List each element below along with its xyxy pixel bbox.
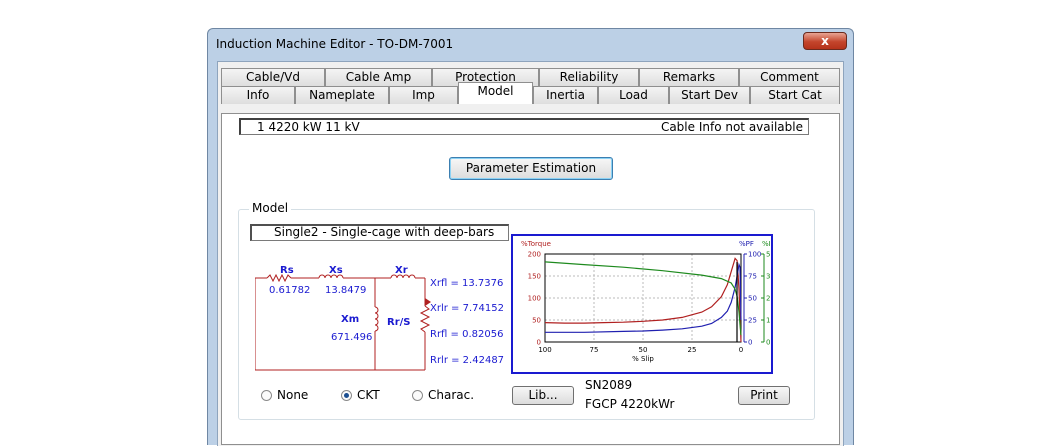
rr-label: Rr/S	[387, 317, 411, 328]
tab-start-dev[interactable]: Start Dev	[669, 86, 750, 104]
torque-tick-label: 0	[537, 339, 541, 347]
window-title: Induction Machine Editor - TO-DM-7001	[216, 37, 454, 51]
tab-model[interactable]: Model	[458, 82, 533, 104]
radio-charac-label: Charac.	[428, 388, 475, 402]
current-tick-label: 250	[766, 295, 771, 303]
pf-axis-title: %PF	[739, 240, 754, 248]
torque-tick-label: 200	[528, 251, 541, 259]
xr-label: Xr	[395, 265, 408, 276]
x-tick-label: 100	[538, 346, 551, 354]
model-group: Model Single2 - Single-cage with deep-ba…	[238, 201, 815, 420]
title-bar[interactable]: Induction Machine Editor - TO-DM-7001 x	[208, 29, 853, 59]
rs-label: Rs	[280, 265, 294, 276]
pf-tick-label: 25	[748, 317, 757, 325]
xm-label: Xm	[341, 314, 359, 325]
tab-cable-amp[interactable]: Cable Amp	[325, 68, 432, 86]
tab-info[interactable]: Info	[221, 86, 295, 104]
model-tab-panel: 1 4220 kW 11 kV Cable Info not available…	[221, 113, 840, 445]
radio-ckt-circle[interactable]	[341, 390, 352, 401]
radio-none-circle[interactable]	[261, 390, 272, 401]
library-description: FGCP 4220kWr	[585, 397, 675, 411]
characteristic-chart-svg: 1007550250050100150200025507510001252503…	[521, 240, 779, 363]
radio-none-label: None	[277, 388, 309, 402]
parameter-estimation-button[interactable]: Parameter Estimation	[449, 157, 613, 180]
rrlr-value: Rrlr = 2.42487	[430, 355, 504, 366]
dialog-client: Cable/Vd Cable Amp Protection Reliabilit…	[217, 61, 844, 446]
xm-value: 671.496	[331, 332, 372, 343]
xs-value: 13.8479	[325, 285, 366, 296]
torque-axis-title: %Torque	[521, 240, 551, 248]
tab-remarks[interactable]: Remarks	[639, 68, 739, 86]
current-tick-label: 125	[766, 317, 771, 325]
x-tick-label: 75	[590, 346, 599, 354]
lib-button[interactable]: Lib...	[512, 386, 574, 405]
tab-load[interactable]: Load	[598, 86, 669, 104]
library-id: SN2089	[585, 378, 633, 392]
info-bar: 1 4220 kW 11 kV Cable Info not available	[239, 118, 809, 135]
torque-tick-label: 150	[528, 273, 541, 281]
rs-value: 0.61782	[269, 285, 310, 296]
x-tick-label: 0	[739, 346, 743, 354]
radio-ckt[interactable]: CKT	[341, 388, 380, 402]
close-button[interactable]: x	[803, 32, 847, 50]
xrfl-value: Xrfl = 13.7376	[430, 278, 503, 289]
pf-tick-label: 75	[748, 273, 757, 281]
tab-cable-vd[interactable]: Cable/Vd	[221, 68, 325, 86]
torque-tick-label: 100	[528, 295, 541, 303]
radio-charac[interactable]: Charac.	[412, 388, 474, 402]
close-icon: x	[821, 34, 829, 48]
model-group-label: Model	[249, 201, 292, 215]
current-tick-label: 500	[766, 251, 771, 259]
current-tick-label: 375	[766, 273, 771, 281]
tab-inertia[interactable]: Inertia	[533, 86, 598, 104]
characteristic-chart: 1007550250050100150200025507510001252503…	[511, 234, 779, 374]
current-tick-label: 0	[766, 339, 770, 347]
xrlr-value: Xrlr = 7.74152	[430, 303, 504, 314]
x-tick-label: 25	[688, 346, 697, 354]
model-type-field[interactable]: Single2 - Single-cage with deep-bars	[250, 224, 509, 241]
tab-comment[interactable]: Comment	[739, 68, 840, 86]
tab-nameplate[interactable]: Nameplate	[295, 86, 389, 104]
pf-tick-label: 0	[748, 339, 752, 347]
tab-reliability[interactable]: Reliability	[539, 68, 639, 86]
editor-window: Induction Machine Editor - TO-DM-7001 x …	[207, 28, 854, 446]
radio-charac-circle[interactable]	[412, 390, 423, 401]
radio-none[interactable]: None	[261, 388, 308, 402]
radio-ckt-label: CKT	[357, 388, 380, 402]
tab-imp[interactable]: Imp	[389, 86, 458, 104]
pf-tick-label: 100	[748, 251, 761, 259]
x-axis-title: % Slip	[632, 355, 654, 363]
x-tick-label: 50	[639, 346, 648, 354]
torque-tick-label: 50	[532, 317, 541, 325]
rrfl-value: Rrfl = 0.82056	[430, 329, 503, 340]
info-bar-rating: 1 4220 kW 11 kV	[257, 120, 360, 134]
equivalent-circuit-diagram: Rs 0.61782 Xs 13.8479 Xr Xm 671.496 Rr/S…	[255, 265, 504, 371]
current-axis-title: %I	[762, 240, 771, 248]
pf-tick-label: 50	[748, 295, 757, 303]
print-button[interactable]: Print	[738, 386, 790, 405]
info-bar-cable-status: Cable Info not available	[660, 120, 803, 134]
tab-start-cat[interactable]: Start Cat	[750, 86, 840, 104]
xs-label: Xs	[329, 265, 343, 276]
